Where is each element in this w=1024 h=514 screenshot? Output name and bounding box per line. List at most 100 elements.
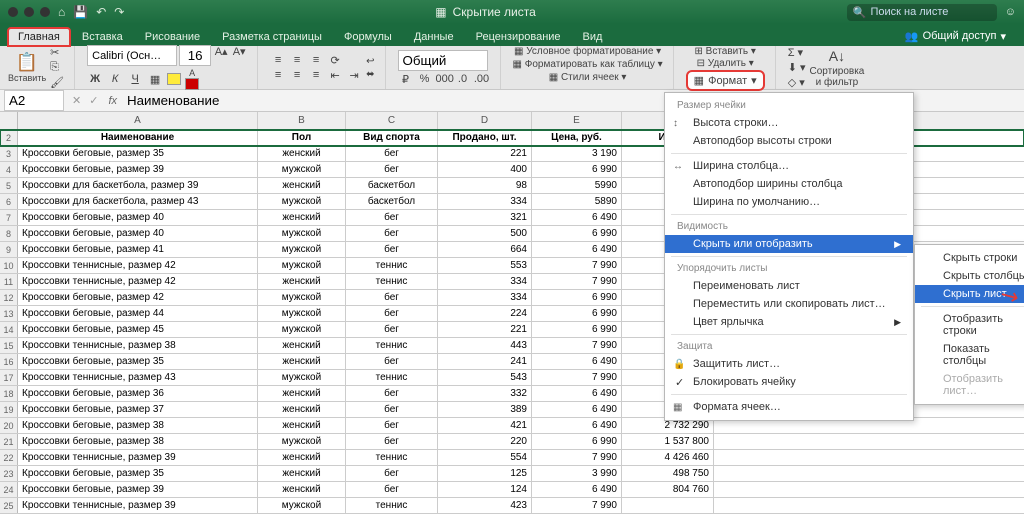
tab-formulas[interactable]: Формулы: [334, 28, 402, 46]
italic-button[interactable]: К: [107, 73, 123, 85]
wrap-text-icon[interactable]: ↩: [366, 56, 374, 67]
comma-icon[interactable]: 000: [436, 73, 452, 86]
data-cell[interactable]: бег: [346, 322, 438, 337]
data-cell[interactable]: 6 990: [532, 290, 622, 305]
data-cell[interactable]: 7 990: [532, 338, 622, 353]
data-cell[interactable]: Кроссовки теннисные, размер 42: [18, 274, 258, 289]
data-cell[interactable]: женский: [258, 482, 346, 497]
col-header-e[interactable]: E: [532, 112, 622, 129]
data-cell[interactable]: 1 537 800: [622, 434, 714, 449]
data-cell[interactable]: 7 990: [532, 258, 622, 273]
data-cell[interactable]: мужской: [258, 306, 346, 321]
data-cell[interactable]: 7 990: [532, 274, 622, 289]
row-header[interactable]: 21: [0, 434, 18, 449]
data-cell[interactable]: 334: [438, 290, 532, 305]
row-header[interactable]: 12: [0, 290, 18, 305]
paste-icon[interactable]: 📋: [16, 52, 38, 73]
format-cells-button[interactable]: ▦ Формат ▾: [686, 70, 765, 91]
data-cell[interactable]: 6 990: [532, 226, 622, 241]
data-cell[interactable]: бег: [346, 434, 438, 449]
data-cell[interactable]: 241: [438, 354, 532, 369]
data-cell[interactable]: 423: [438, 498, 532, 513]
inc-decimal-icon[interactable]: .0: [455, 73, 471, 86]
row-header[interactable]: 13: [0, 306, 18, 321]
data-cell[interactable]: Кроссовки для баскетбола, размер 39: [18, 178, 258, 193]
font-size-select[interactable]: [179, 45, 211, 66]
clear-icon[interactable]: ◇ ▾: [788, 76, 806, 89]
increase-font-icon[interactable]: A▴: [213, 45, 229, 66]
data-cell[interactable]: 6 490: [532, 386, 622, 401]
row-header[interactable]: 7: [0, 210, 18, 225]
data-cell[interactable]: 6 990: [532, 162, 622, 177]
cell-styles-button[interactable]: ▦ Стили ячеек ▾: [549, 72, 627, 83]
data-cell[interactable]: бег: [346, 482, 438, 497]
font-name-select[interactable]: [87, 45, 177, 66]
data-cell[interactable]: бег: [346, 386, 438, 401]
row-header[interactable]: 18: [0, 386, 18, 401]
select-all-corner[interactable]: [0, 112, 18, 129]
data-cell[interactable]: мужской: [258, 370, 346, 385]
header-cell[interactable]: Вид спорта: [346, 130, 438, 145]
fill-icon[interactable]: ⬇ ▾: [788, 61, 806, 74]
data-cell[interactable]: женский: [258, 274, 346, 289]
data-cell[interactable]: 498 750: [622, 466, 714, 481]
bold-button[interactable]: Ж: [87, 73, 103, 85]
data-cell[interactable]: женский: [258, 354, 346, 369]
insert-cells-button[interactable]: ⊞ Вставить ▾: [694, 46, 755, 57]
redo-icon[interactable]: ↷: [114, 5, 124, 19]
data-cell[interactable]: мужской: [258, 498, 346, 513]
menu-autofit-row[interactable]: Автоподбор высоты строки: [665, 132, 913, 150]
data-cell[interactable]: 7 990: [532, 450, 622, 465]
menu-hide-sheet[interactable]: Скрыть лист: [915, 285, 1024, 303]
data-cell[interactable]: теннис: [346, 338, 438, 353]
user-icon[interactable]: ☺: [1005, 6, 1016, 18]
data-cell[interactable]: женский: [258, 450, 346, 465]
data-cell[interactable]: бег: [346, 306, 438, 321]
data-cell[interactable]: Кроссовки беговые, размер 38: [18, 418, 258, 433]
fx-confirm-icon[interactable]: ✓: [85, 94, 102, 107]
data-cell[interactable]: 6 490: [532, 482, 622, 497]
percent-icon[interactable]: %: [417, 73, 433, 86]
data-cell[interactable]: женский: [258, 178, 346, 193]
tab-draw[interactable]: Рисование: [135, 28, 210, 46]
data-cell[interactable]: 500: [438, 226, 532, 241]
conditional-formatting-button[interactable]: ▦ Условное форматирование ▾: [514, 46, 661, 57]
data-cell[interactable]: 554: [438, 450, 532, 465]
menu-move-copy-sheet[interactable]: Переместить или скопировать лист…: [665, 295, 913, 313]
row-header[interactable]: 8: [0, 226, 18, 241]
data-cell[interactable]: бег: [346, 466, 438, 481]
data-cell[interactable]: Кроссовки беговые, размер 38: [18, 434, 258, 449]
data-cell[interactable]: 7 990: [532, 370, 622, 385]
col-header-a[interactable]: A: [18, 112, 258, 129]
data-cell[interactable]: бег: [346, 290, 438, 305]
data-cell[interactable]: [622, 498, 714, 513]
row-header[interactable]: 25: [0, 498, 18, 513]
header-cell[interactable]: Пол: [258, 130, 346, 145]
menu-autofit-col[interactable]: Автоподбор ширины столбца: [665, 175, 913, 193]
data-cell[interactable]: женский: [258, 386, 346, 401]
data-cell[interactable]: Кроссовки для баскетбола, размер 43: [18, 194, 258, 209]
col-header-b[interactable]: B: [258, 112, 346, 129]
header-cell[interactable]: Продано, шт.: [438, 130, 532, 145]
align-bot-icon[interactable]: ≡: [308, 54, 324, 67]
data-cell[interactable]: мужской: [258, 290, 346, 305]
data-cell[interactable]: мужской: [258, 226, 346, 241]
data-cell[interactable]: Кроссовки теннисные, размер 39: [18, 450, 258, 465]
indent-dec-icon[interactable]: ⇤: [327, 69, 343, 82]
row-header[interactable]: 3: [0, 146, 18, 161]
name-box[interactable]: [4, 90, 64, 111]
data-cell[interactable]: Кроссовки беговые, размер 40: [18, 226, 258, 241]
data-cell[interactable]: женский: [258, 402, 346, 417]
data-cell[interactable]: 125: [438, 466, 532, 481]
menu-format-cells[interactable]: ▦Формата ячеек…: [665, 398, 913, 416]
row-header[interactable]: 17: [0, 370, 18, 385]
data-cell[interactable]: Кроссовки теннисные, размер 38: [18, 338, 258, 353]
data-cell[interactable]: мужской: [258, 434, 346, 449]
data-cell[interactable]: Кроссовки беговые, размер 35: [18, 146, 258, 161]
fx-cancel-icon[interactable]: ✕: [68, 94, 85, 107]
data-cell[interactable]: теннис: [346, 258, 438, 273]
data-cell[interactable]: 443: [438, 338, 532, 353]
data-cell[interactable]: Кроссовки беговые, размер 35: [18, 466, 258, 481]
data-cell[interactable]: 5990: [532, 178, 622, 193]
menu-row-height[interactable]: ↕Высота строки…: [665, 114, 913, 132]
